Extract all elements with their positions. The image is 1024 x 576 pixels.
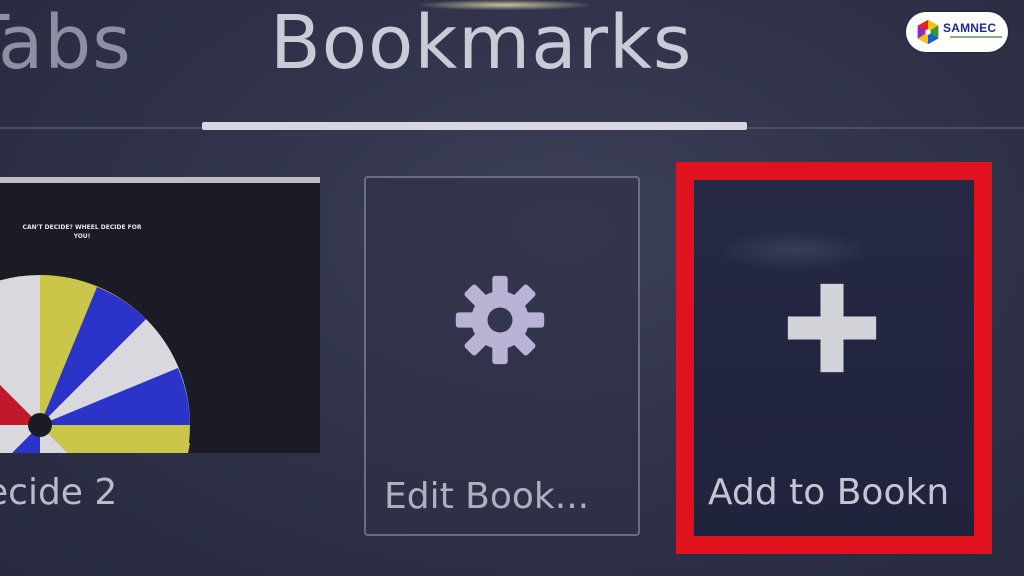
bookmark-thumbnail[interactable]: CAN'T DECIDE? WHEEL DECIDE FOR YOU! bbox=[0, 177, 320, 453]
active-tab-underline bbox=[202, 122, 747, 130]
logo-mark-icon bbox=[917, 19, 939, 45]
thumbnail-title: CAN'T DECIDE? WHEEL DECIDE FOR YOU! bbox=[22, 224, 142, 240]
edit-bookmarks-button[interactable]: Edit Book... bbox=[364, 176, 640, 536]
tab-tabs[interactable]: Tabs bbox=[0, 6, 132, 80]
bookmark-label: ecide 2 bbox=[0, 472, 118, 513]
edit-bookmarks-label: Edit Book... bbox=[384, 476, 590, 517]
samnec-logo: SAMNEC bbox=[906, 12, 1008, 52]
spin-wheel-image bbox=[0, 275, 190, 453]
gear-icon bbox=[455, 275, 545, 365]
tab-bookmarks[interactable]: Bookmarks bbox=[270, 6, 692, 80]
logo-text: SAMNEC bbox=[943, 21, 997, 35]
add-to-bookmarks-button[interactable]: Add to Bookn bbox=[676, 162, 992, 554]
logo-tagline bbox=[950, 36, 1002, 38]
plus-icon bbox=[787, 283, 877, 373]
add-to-bookmarks-label: Add to Bookn bbox=[708, 472, 950, 513]
tile-glow bbox=[714, 230, 874, 270]
